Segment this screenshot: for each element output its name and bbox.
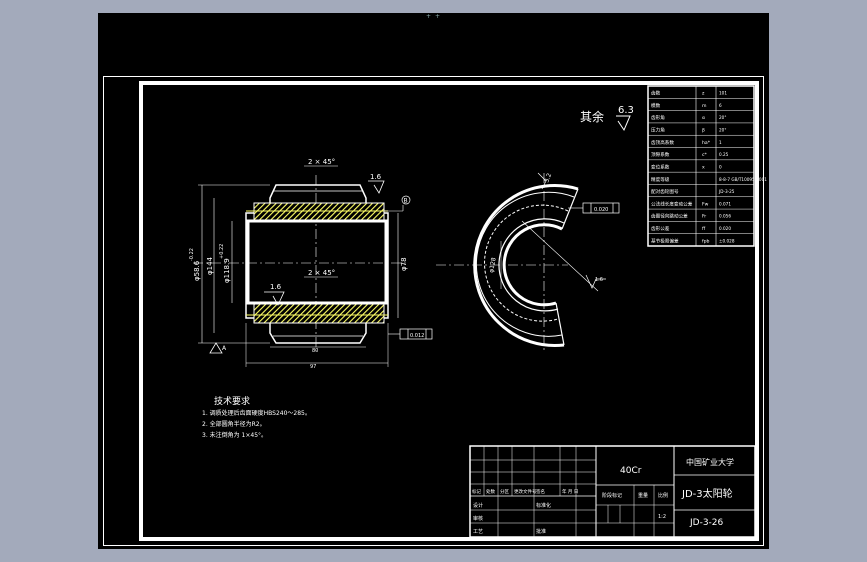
front-section-view: 2 × 45° 2 × 45° 1.6 1.6 φ58.6 -0.22 φ144… [189,158,433,370]
gear-row-symbol: ha* [702,140,711,146]
gear-row-name: 齿数 [651,90,661,97]
gear-row-name: 齿形角 [651,114,665,121]
roughness-symbol [616,115,631,132]
tb-stage: 阶段标记 [602,492,622,499]
datum-a: A [222,345,227,352]
cad-viewport[interactable]: + + 其余 6.3 2 × 45° 2 × 45° 1.6 1.6 φ58.6… [98,13,769,549]
gear-row-name: 齿顶高系数 [651,139,674,146]
gear-row-symbol: ff [702,226,706,232]
chamfer-mid: 2 × 45° [308,269,335,277]
dim-right: φ78 [400,257,408,271]
dim-outer-tol: -0.22 [189,248,195,261]
gear-row-value: JD-3-25 [718,189,735,194]
gear-row-value: 1 [719,140,722,145]
title-block: 40Cr 中国矿业大学 JD-3太阳轮 JD-3-26 1:2 阶段标记 重量 … [469,445,756,538]
gear-row-symbol: z [702,92,705,97]
gear-row-value: 0.020 [719,226,731,231]
hatch-bottom [253,302,385,324]
gear-row-symbol: c* [702,152,708,158]
gear-row-value: 6 [719,103,722,108]
tb-review: 审核 [473,515,483,522]
gear-row-value: 0.056 [719,214,731,219]
tb-row-label-5: 年 月 日 [562,488,578,495]
roughness-note: 其余 6.3 [580,105,634,132]
tb-row-label-1: 处数 [486,488,495,495]
gear-row-value: 20° [719,115,726,120]
tb-approve: 批准 [536,528,546,535]
gear-row-symbol: β [702,128,705,134]
tb-weight: 重量 [638,492,648,499]
hatch-top [253,202,385,222]
tech-item-1: 1. 调质处理后齿面硬度HBS240～285。 [202,409,311,417]
gear-row-value: 101 [719,91,727,96]
rough-top: 1.6 [370,173,382,181]
gear-row-name: 公法线长度变动公差 [651,200,693,207]
tb-standard: 标准化 [536,502,551,509]
tb-row-label-4: 签名 [536,488,545,495]
gear-row-name: 齿形公差 [651,225,670,232]
datum-b: B [404,198,408,205]
gear-row-name: 顶隙系数 [651,151,670,158]
gear-row-symbol: m [702,104,707,109]
tb-material: 40Cr [620,466,642,476]
gear-row-value: 20° [719,128,726,133]
gear-row-symbol: α [702,116,705,121]
dim-mid: φ144 [206,256,214,275]
rough-bottom: 1.6 [270,283,282,291]
outer-border [103,76,764,546]
side-view: φ128 0.020 3.2 1.6 [436,172,620,353]
gear-row-value: 0.071 [719,201,731,206]
front-tol-frame: 0.012 [410,333,424,339]
gear-row-symbol: Fw [702,201,709,207]
side-rough-right: 1.6 [595,277,603,283]
tb-row-label-2: 分区 [500,488,509,495]
gear-row-symbol: fpb [702,238,710,244]
bore [246,219,388,305]
tb-part-name: JD-3太阳轮 [681,487,733,500]
gear-row-name: 齿圈径向跳动公差 [651,213,688,220]
gear-row-name: 配对齿轮图号 [651,188,679,195]
drawing-sheet: 其余 6.3 2 × 45° 2 × 45° 1.6 1.6 φ58.6 -0.… [103,76,767,546]
width-inner: 80 [312,348,318,354]
tb-row-label-0: 标记 [472,488,481,495]
gear-row-name: 精度等级 [651,176,670,183]
tb-drawing-no: JD-3-26 [689,518,724,528]
gear-parameter-table: 齿数 z 101 模数 m 6 齿形角 α 20° 压力角 β 20° 齿顶高系数 ha* 1 顶隙系数 c* 0… [647,85,767,247]
inner-border [139,81,759,541]
tb-row-label-3: 更改文件号 [514,488,537,495]
gear-row-value: 0 [719,164,722,169]
chamfer-top: 2 × 45° [308,158,335,166]
gear-row-name: 模数 [651,102,661,109]
dim-bore: φ118.9 [223,258,231,283]
tech-item-3: 3. 未注倒角为 1×45°。 [202,431,267,439]
tb-design: 设计 [473,502,483,509]
dim-outer: φ58.6 [193,260,201,281]
gear-row-value: 0.25 [719,152,729,157]
gear-row-name: 变位系数 [651,163,670,170]
tech-item-2: 2. 全部圆角半径为R2。 [202,420,266,428]
tb-process: 工艺 [473,529,483,535]
width-outer: 97 [310,364,316,370]
side-tol-frame: 0.020 [594,207,608,213]
tech-title: 技术要求 [214,395,250,407]
tb-school: 中国矿业大学 [686,457,734,467]
side-rough-top: 3.2 [543,172,553,184]
gear-row-symbol: Fr [702,214,706,220]
tech-notes: 技术要求 1. 调质处理后齿面硬度HBS240～285。 2. 全部圆角半径为R… [202,395,311,439]
gear-row-name: 基节极限偏差 [651,237,679,244]
roughness-value: 6.3 [618,105,634,116]
gear-row-symbol: x [702,165,705,170]
tb-ratio: 比例 [658,492,668,499]
roughness-label: 其余 [580,109,604,124]
side-dim-inner: φ128 [488,257,498,274]
tb-scale: 1:2 [658,514,666,520]
gear-row-name: 压力角 [651,127,665,134]
gear-row-value: ±0.028 [719,238,735,243]
dim-bore-tol: +0.22 [219,244,225,259]
gear-row-value: 8-8-7 GB/T10095-2001 [719,177,767,182]
